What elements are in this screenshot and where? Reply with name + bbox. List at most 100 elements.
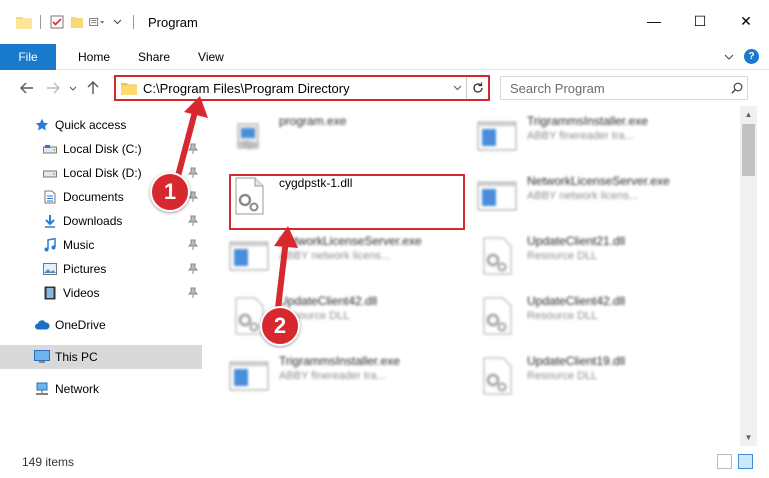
pictures-icon <box>42 261 58 277</box>
properties-icon[interactable] <box>49 14 65 30</box>
close-button[interactable]: ✕ <box>723 6 769 36</box>
refresh-button[interactable] <box>466 77 488 99</box>
file-item-update-client-21[interactable]: UpdateClient21.dll Resource DLL <box>477 234 717 284</box>
downloads-icon <box>42 213 58 229</box>
file-text: TrigrammsInstaller.exe ABBY finereader t… <box>279 354 400 384</box>
search-input[interactable] <box>510 80 727 96</box>
dll-gear-icon <box>477 236 517 276</box>
arrow-right-icon <box>47 82 60 94</box>
address-bar[interactable]: C:\Program Files\Program Directory <box>114 75 490 101</box>
installer-icon <box>229 116 269 156</box>
help-icon[interactable]: ? <box>744 49 759 64</box>
folder-icon <box>16 14 32 30</box>
file-text: NetworkLicenseServer.exe ABBY network li… <box>527 174 670 204</box>
sidebar-item-label: Network <box>55 382 100 396</box>
sidebar-item-label: Quick access <box>55 118 127 132</box>
search-icon[interactable] <box>727 82 747 94</box>
details-view-icon[interactable] <box>717 454 732 469</box>
sidebar-item-this-pc[interactable]: This PC <box>0 345 202 369</box>
file-text: UpdateClient19.dll Resource DLL <box>527 354 625 384</box>
address-path[interactable]: C:\Program Files\Program Directory <box>143 81 448 96</box>
arrow-up-icon <box>87 81 99 94</box>
expand-ribbon-icon[interactable] <box>724 50 734 64</box>
recent-locations-button[interactable] <box>66 75 80 101</box>
scroll-down-icon[interactable]: ▼ <box>740 429 757 446</box>
file-description: Resource DLL <box>527 370 598 382</box>
tiles-view-icon[interactable] <box>738 454 753 469</box>
pin-icon[interactable] <box>188 239 198 251</box>
up-button[interactable] <box>80 75 106 101</box>
star-icon <box>34 117 50 133</box>
title-bar: Program — ☐ ✕ <box>0 0 769 44</box>
computer-icon <box>34 349 50 365</box>
toolbar-separator <box>133 15 134 29</box>
file-item-update-client-19[interactable]: UpdateClient19.dll Resource DLL <box>477 354 717 404</box>
sidebar-item-label: Music <box>63 238 95 252</box>
file-item-update-client-42[interactable]: UpdateClient42.dll Resource DLL <box>477 294 717 344</box>
file-name: TrigrammsInstaller.exe <box>279 354 400 368</box>
file-item-network-license-server[interactable]: NetworkLicenseServer.exe ABBY network li… <box>477 174 717 224</box>
forward-button[interactable] <box>40 75 66 101</box>
pin-icon[interactable] <box>188 143 198 155</box>
sidebar-item-label: Local Disk (D:) <box>63 166 142 180</box>
vertical-scrollbar[interactable]: ▲ ▼ <box>740 106 757 446</box>
app-window-icon <box>229 236 269 276</box>
tab-view[interactable]: View <box>184 44 238 70</box>
pin-icon[interactable] <box>188 215 198 227</box>
cloud-icon <box>34 317 50 333</box>
chevron-down-icon[interactable] <box>109 14 125 30</box>
sidebar-item-quick-access[interactable]: Quick access <box>0 113 202 137</box>
search-box[interactable] <box>500 76 748 100</box>
ribbon-right-controls: ? <box>724 49 759 64</box>
tab-file[interactable]: File <box>0 43 56 70</box>
file-name: UpdateClient42.dll <box>279 294 378 308</box>
sidebar-item-network[interactable]: Network <box>0 377 202 401</box>
file-list: program.exe TrigrammsInstaller.exe ABBY … <box>205 106 741 446</box>
navigation-bar: C:\Program Files\Program Directory <box>0 70 769 106</box>
maximize-button[interactable]: ☐ <box>677 6 723 36</box>
tab-home[interactable]: Home <box>64 44 124 70</box>
file-item-trigramms-installer[interactable]: TrigrammsInstaller.exe ABBY finereader t… <box>477 114 717 164</box>
scrollbar-thumb[interactable] <box>742 124 755 176</box>
file-description: ABBY network licens... <box>527 190 639 202</box>
network-icon <box>34 381 50 397</box>
file-name: NetworkLicenseServer.exe <box>527 174 670 188</box>
pin-icon[interactable] <box>188 263 198 275</box>
file-name: program.exe <box>279 114 347 128</box>
new-folder-icon[interactable] <box>69 14 85 30</box>
file-item-network-license-server[interactable]: NetworkLicenseServer.exe ABBY network li… <box>229 234 469 284</box>
file-text: program.exe <box>279 114 346 129</box>
item-count: 149 items <box>22 455 75 469</box>
sidebar-item-label: OneDrive <box>55 318 106 332</box>
step-badge-1: 1 <box>150 172 190 212</box>
music-icon <box>42 237 58 253</box>
app-window-icon <box>229 356 269 396</box>
file-text: UpdateClient21.dll Resource DLL <box>527 234 625 264</box>
drive-icon <box>42 141 58 157</box>
sidebar-item-pictures[interactable]: Pictures <box>0 257 202 281</box>
highlight-box <box>229 174 465 230</box>
sidebar-item-music[interactable]: Music <box>0 233 202 257</box>
sidebar-item-label: Documents <box>63 190 124 204</box>
scroll-up-icon[interactable]: ▲ <box>740 106 757 123</box>
back-button[interactable] <box>14 75 40 101</box>
app-window-icon <box>477 116 517 156</box>
pin-icon[interactable] <box>188 287 198 299</box>
file-item-program-exe[interactable]: program.exe <box>229 114 459 164</box>
sidebar-item-downloads[interactable]: Downloads <box>0 209 202 233</box>
file-item-trigramms-installer[interactable]: TrigrammsInstaller.exe ABBY finereader t… <box>229 354 469 404</box>
chevron-down-icon[interactable] <box>448 83 466 94</box>
tab-share[interactable]: Share <box>124 44 184 70</box>
sidebar-item-onedrive[interactable]: OneDrive <box>0 313 202 337</box>
minimize-button[interactable]: — <box>631 6 677 36</box>
customize-toolbar-icon[interactable] <box>89 14 105 30</box>
file-name: UpdateClient19.dll <box>527 354 626 368</box>
sidebar-item-videos[interactable]: Videos <box>0 281 202 305</box>
app-window-icon <box>477 176 517 216</box>
drive-icon <box>42 165 58 181</box>
file-description: ABBY finereader tra... <box>527 130 634 142</box>
sidebar-item-label: Downloads <box>63 214 123 228</box>
sidebar-item-local-disk-c[interactable]: Local Disk (C:) <box>0 137 202 161</box>
toolbar-separator <box>40 15 41 29</box>
pin-icon[interactable] <box>188 167 198 179</box>
